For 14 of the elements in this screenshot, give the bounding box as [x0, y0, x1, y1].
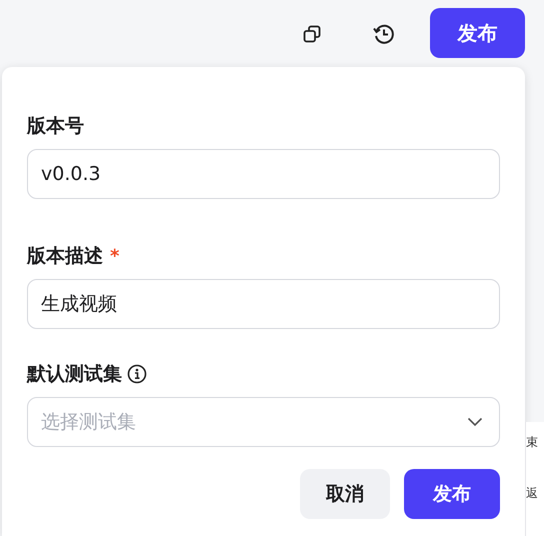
- input-field[interactable]: 生成视频: [27, 279, 500, 329]
- field-label: 版本描述: [27, 244, 103, 269]
- field-label: 默认测试集: [27, 362, 122, 387]
- publish-button[interactable]: 发布: [430, 8, 525, 58]
- background-text: 返: [526, 485, 539, 502]
- publish-button[interactable]: 发布: [404, 469, 500, 519]
- cancel-button[interactable]: 取消: [300, 469, 390, 519]
- copy-icon[interactable]: [302, 24, 322, 44]
- input-field[interactable]: v0.0.3: [27, 149, 500, 199]
- chevron-down-icon: [467, 417, 483, 427]
- field-label: 版本号: [27, 114, 84, 139]
- info-icon[interactable]: [127, 364, 147, 384]
- required-mark: *: [110, 246, 120, 266]
- background-text: 束: [526, 434, 539, 451]
